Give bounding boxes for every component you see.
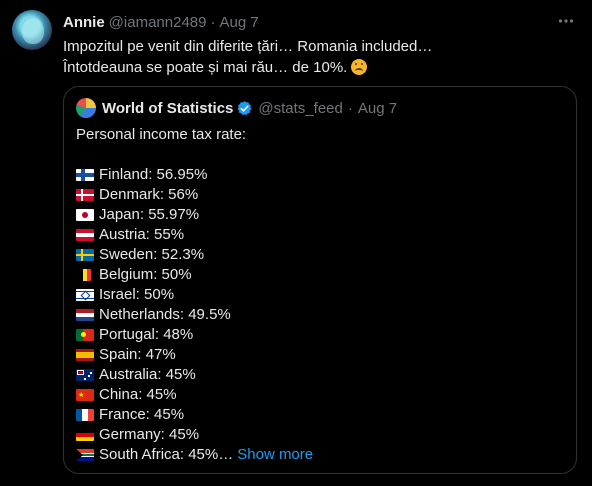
quoted-author-handle[interactable]: @stats_feed <box>258 100 342 117</box>
list-item-text: Spain: 47% <box>99 346 176 363</box>
quoted-tweet-header: World of Statistics @stats_feed · Aug 7 <box>76 97 564 119</box>
finland-flag-icon <box>76 169 94 181</box>
tweet-date[interactable]: Aug 7 <box>219 14 258 31</box>
quoted-intro-text: Personal income tax rate: <box>76 126 247 143</box>
list-item-text: Australia: 45% <box>99 366 196 383</box>
tweet-text: Impozitul pe venit din diferite țări… Ro… <box>63 36 573 78</box>
netherlands-flag-icon <box>76 309 94 321</box>
list-item-text: Belgium: 50% <box>99 266 192 283</box>
list-item: Sweden: 52.3% <box>76 245 564 265</box>
list-item-text: China: 45% <box>99 386 177 403</box>
list-item: Denmark: 56% <box>76 185 564 205</box>
list-item-text: Austria: 55% <box>99 226 185 243</box>
quoted-header-separator: · <box>347 99 353 117</box>
upside-down-face-icon <box>351 59 368 75</box>
list-item-text: Israel: 50% <box>99 286 175 303</box>
list-item: Finland: 56.95% <box>76 165 564 185</box>
list-item: Japan: 55.97% <box>76 205 564 225</box>
denmark-flag-icon <box>76 189 94 201</box>
spain-flag-icon <box>76 349 94 361</box>
quoted-author-avatar[interactable] <box>76 98 96 118</box>
list-item-text: France: 45% <box>99 406 185 423</box>
quoted-author-name[interactable]: World of Statistics <box>102 100 233 117</box>
list-item-text: Portugal: 48% <box>99 326 194 343</box>
quoted-tweet-body: Personal income tax rate: Finland: 56.95… <box>76 125 564 465</box>
list-item: Germany: 45% <box>76 425 564 445</box>
more-options-icon[interactable] <box>556 12 576 30</box>
belgium-flag-icon <box>79 269 91 281</box>
list-item-text: Finland: 56.95% <box>99 166 208 183</box>
israel-flag-icon <box>76 289 94 301</box>
header-separator: · <box>210 13 216 31</box>
tweet-text-line-2-text: Întotdeauna se poate și mai rău… de 10%. <box>63 59 348 76</box>
sweden-flag-icon <box>76 249 94 261</box>
author-name[interactable]: Annie <box>63 14 105 31</box>
list-item: Netherlands: 49.5% <box>76 305 564 325</box>
list-item: Israel: 50% <box>76 285 564 305</box>
germany-flag-icon <box>76 429 94 441</box>
france-flag-icon <box>76 409 94 421</box>
list-item: South Africa: 45%… Show more <box>76 445 564 465</box>
portugal-flag-icon <box>76 329 94 341</box>
list-item-text: Denmark: 56% <box>99 186 199 203</box>
tweet-text-line-1: Impozitul pe venit din diferite țări… Ro… <box>63 38 433 55</box>
list-item: Portugal: 48% <box>76 325 564 345</box>
show-more-link[interactable]: Show more <box>237 445 313 465</box>
list-item-text: South Africa: 45%… <box>99 446 234 463</box>
tweet-header: Annie @iamann2489 · Aug 7 <box>63 12 259 32</box>
austria-flag-icon <box>76 229 94 241</box>
quoted-tweet[interactable]: World of Statistics @stats_feed · Aug 7 … <box>63 86 577 474</box>
japan-flag-icon <box>76 209 94 221</box>
australia-flag-icon <box>76 369 94 381</box>
list-item: China: 45% <box>76 385 564 405</box>
south-africa-flag-icon <box>76 449 94 461</box>
tweet-text-line-2: Întotdeauna se poate și mai rău… de 10%. <box>63 57 573 78</box>
list-item-text: Germany: 45% <box>99 426 200 443</box>
author-handle[interactable]: @iamann2489 <box>109 14 207 31</box>
quoted-tweet-date[interactable]: Aug 7 <box>358 100 397 117</box>
list-item-text: Sweden: 52.3% <box>99 246 205 263</box>
china-flag-icon <box>76 389 94 401</box>
list-item: Spain: 47% <box>76 345 564 365</box>
list-item-text: Japan: 55.97% <box>99 206 200 223</box>
list-item: Belgium: 50% <box>76 265 564 285</box>
list-item: Australia: 45% <box>76 365 564 385</box>
verified-badge-icon <box>238 100 252 115</box>
list-item: Austria: 55% <box>76 225 564 245</box>
list-item: France: 45% <box>76 405 564 425</box>
author-avatar[interactable] <box>12 10 52 50</box>
list-item-text: Netherlands: 49.5% <box>99 306 231 323</box>
